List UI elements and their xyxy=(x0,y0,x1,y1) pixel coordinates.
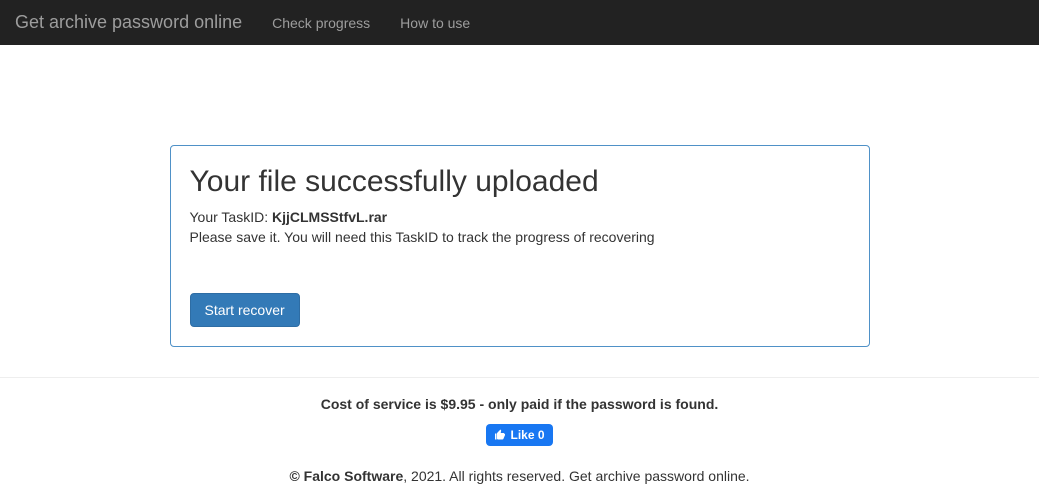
copyright-text: , 2021. All rights reserved. Get archive… xyxy=(403,468,749,484)
panel-heading: Your file successfully uploaded xyxy=(190,165,850,199)
brand-link[interactable]: Get archive password online xyxy=(15,2,257,43)
start-recover-button[interactable]: Start recover xyxy=(190,293,300,327)
fb-like-button[interactable]: Like 0 xyxy=(486,424,552,446)
save-hint: Please save it. You will need this TaskI… xyxy=(190,229,850,245)
nav-check-progress[interactable]: Check progress xyxy=(257,3,385,43)
main-container: Your file successfully uploaded Your Tas… xyxy=(50,145,990,347)
divider xyxy=(0,377,1039,378)
nav-how-to-use[interactable]: How to use xyxy=(385,3,485,43)
copyright-company: © Falco Software xyxy=(289,468,403,484)
task-id-line: Your TaskID: KjjCLMSStfvL.rar xyxy=(190,209,850,225)
footer: Cost of service is $9.95 - only paid if … xyxy=(0,396,1039,484)
navbar: Get archive password online Check progre… xyxy=(0,0,1039,45)
copyright-line: © Falco Software, 2021. All rights reser… xyxy=(0,468,1039,484)
thumbs-up-icon xyxy=(494,429,506,441)
cost-line: Cost of service is $9.95 - only paid if … xyxy=(0,396,1039,412)
task-id-value: KjjCLMSStfvL.rar xyxy=(272,209,387,225)
upload-panel: Your file successfully uploaded Your Tas… xyxy=(170,145,870,347)
fb-like-label: Like 0 xyxy=(510,428,544,442)
task-id-label: Your TaskID: xyxy=(190,209,273,225)
